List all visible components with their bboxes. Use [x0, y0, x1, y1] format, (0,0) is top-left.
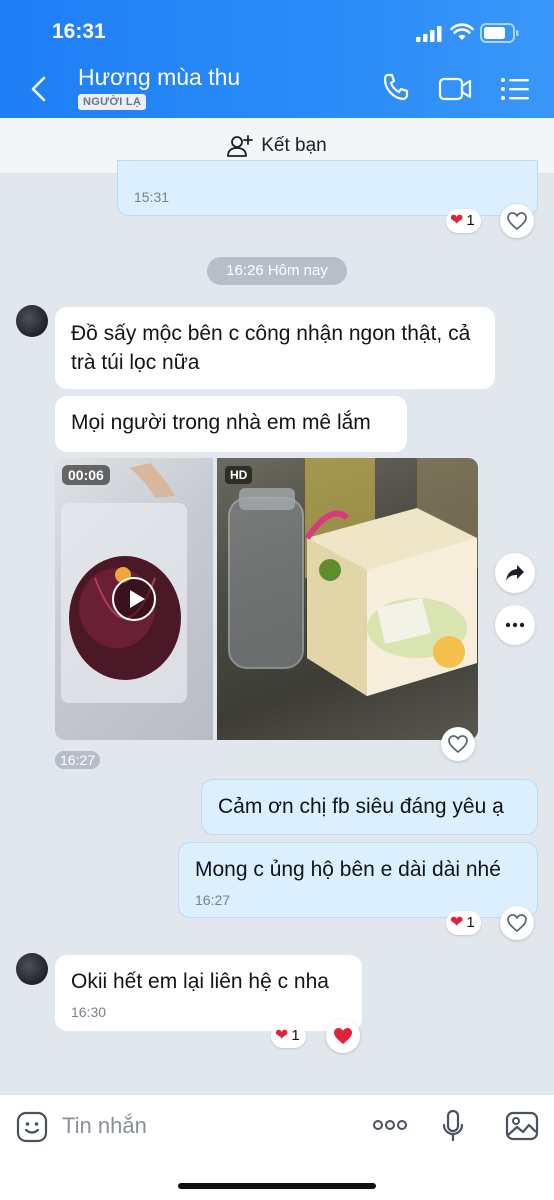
back-arrow-icon[interactable]: [28, 76, 52, 102]
message-time: 16:27: [195, 892, 231, 908]
wifi-icon: [450, 23, 474, 40]
avatar[interactable]: [16, 953, 48, 985]
microphone-icon[interactable]: [441, 1109, 465, 1143]
image-picker-icon[interactable]: [505, 1111, 539, 1141]
message-input[interactable]: Tin nhắn: [62, 1113, 147, 1139]
message-bubble-received[interactable]: Okii hết em lại liên hệ c nha 16:30: [55, 955, 362, 1031]
message-bubble-sent-partial[interactable]: 15:31: [117, 160, 538, 216]
home-indicator: [178, 1183, 376, 1189]
message-text: Mọi người trong nhà em mê lắm: [71, 411, 371, 434]
message-bubble-received[interactable]: Mọi người trong nhà em mê lắm: [55, 396, 407, 452]
message-bubble-sent[interactable]: Mong c ủng hộ bên e dài dài nhé 16:27: [178, 842, 538, 918]
video-call-icon[interactable]: [438, 76, 472, 102]
status-bar: 16:31: [0, 18, 554, 48]
emoji-sticker-icon[interactable]: [16, 1111, 48, 1143]
photo-thumbnail-image: [228, 458, 478, 696]
reaction-count[interactable]: ❤ 1: [446, 911, 481, 935]
message-bubble-received[interactable]: Đồ sấy mộc bên c công nhận ngon thật, cả…: [55, 307, 495, 389]
react-button[interactable]: [500, 204, 534, 238]
message-time: 16:30: [71, 1004, 107, 1020]
more-options-icon[interactable]: [372, 1119, 408, 1131]
chat-header: 16:31 Hương mùa thu NGƯỜI LẠ: [0, 0, 554, 118]
add-friend-icon: [227, 134, 254, 157]
hd-label: HD: [225, 466, 253, 484]
react-button-active[interactable]: [326, 1019, 360, 1053]
battery-icon: [480, 23, 519, 43]
cellular-signal-icon: [416, 26, 442, 42]
reaction-count[interactable]: ❤ 1: [446, 209, 481, 233]
message-time: 15:31: [134, 189, 170, 205]
stranger-badge: NGƯỜI LẠ: [78, 94, 147, 110]
heart-icon: ❤: [450, 914, 464, 931]
heart-outline-icon: [507, 914, 527, 932]
avatar[interactable]: [16, 305, 48, 337]
share-button[interactable]: [495, 553, 535, 593]
react-button[interactable]: [500, 906, 534, 940]
contact-name[interactable]: Hương mùa thu: [78, 64, 240, 91]
menu-list-icon[interactable]: [500, 77, 530, 101]
heart-icon: ❤: [450, 212, 464, 229]
status-time: 16:31: [52, 20, 106, 43]
phone-call-icon[interactable]: [382, 72, 410, 102]
heart-filled-icon: [334, 1028, 352, 1044]
video-duration: 00:06: [62, 465, 110, 485]
share-arrow-icon: [506, 565, 524, 581]
message-text: Mong c ủng hộ bên e dài dài nhé: [195, 858, 501, 881]
message-text: Okii hết em lại liên hệ c nha: [71, 970, 329, 993]
play-icon[interactable]: [112, 577, 156, 621]
more-options-button[interactable]: [495, 605, 535, 645]
more-dots-icon: [505, 622, 525, 628]
message-bubble-sent[interactable]: Cảm ơn chị fb siêu đáng yêu ạ: [201, 779, 538, 835]
heart-outline-icon: [448, 735, 468, 753]
react-button[interactable]: [441, 727, 475, 761]
message-text: Đồ sấy mộc bên c công nhận ngon thật, cả…: [71, 322, 471, 374]
add-friend-label: Kết bạn: [261, 134, 327, 156]
media-time: 16:27: [55, 751, 101, 769]
date-divider: 16:26 Hôm nay: [207, 257, 347, 285]
heart-icon: ❤: [275, 1027, 289, 1044]
video-thumbnail[interactable]: 00:06: [55, 458, 213, 740]
photo-thumbnail[interactable]: HD: [217, 458, 478, 740]
message-text: Cảm ơn chị fb siêu đáng yêu ạ: [218, 795, 504, 818]
reaction-count[interactable]: ❤ 1: [271, 1024, 306, 1048]
heart-outline-icon: [507, 212, 527, 230]
